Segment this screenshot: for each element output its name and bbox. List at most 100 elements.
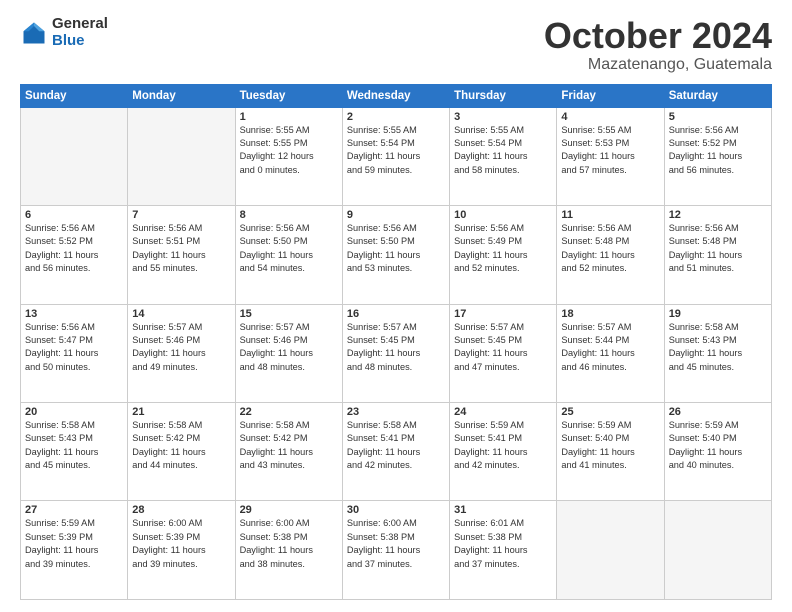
day-number: 24 <box>454 406 552 418</box>
week-row-2: 6Sunrise: 5:56 AM Sunset: 5:52 PM Daylig… <box>21 206 772 304</box>
day-info: Sunrise: 5:55 AM Sunset: 5:55 PM Dayligh… <box>240 124 338 177</box>
weekday-header-saturday: Saturday <box>664 84 771 107</box>
calendar-cell: 3Sunrise: 5:55 AM Sunset: 5:54 PM Daylig… <box>450 107 557 205</box>
week-row-4: 20Sunrise: 5:58 AM Sunset: 5:43 PM Dayli… <box>21 403 772 501</box>
calendar-cell: 5Sunrise: 5:56 AM Sunset: 5:52 PM Daylig… <box>664 107 771 205</box>
day-number: 12 <box>669 209 767 221</box>
calendar-cell: 25Sunrise: 5:59 AM Sunset: 5:40 PM Dayli… <box>557 403 664 501</box>
day-info: Sunrise: 6:01 AM Sunset: 5:38 PM Dayligh… <box>454 517 552 570</box>
day-info: Sunrise: 5:57 AM Sunset: 5:45 PM Dayligh… <box>347 321 445 374</box>
day-number: 29 <box>240 504 338 516</box>
logo: General Blue <box>20 16 108 49</box>
day-number: 13 <box>25 308 123 320</box>
calendar-cell: 24Sunrise: 5:59 AM Sunset: 5:41 PM Dayli… <box>450 403 557 501</box>
day-number: 21 <box>132 406 230 418</box>
day-number: 10 <box>454 209 552 221</box>
page: General Blue October 2024 Mazatenango, G… <box>0 0 792 612</box>
calendar-cell: 11Sunrise: 5:56 AM Sunset: 5:48 PM Dayli… <box>557 206 664 304</box>
day-info: Sunrise: 5:55 AM Sunset: 5:53 PM Dayligh… <box>561 124 659 177</box>
calendar-cell: 19Sunrise: 5:58 AM Sunset: 5:43 PM Dayli… <box>664 304 771 402</box>
day-info: Sunrise: 5:58 AM Sunset: 5:42 PM Dayligh… <box>240 419 338 472</box>
calendar-cell: 31Sunrise: 6:01 AM Sunset: 5:38 PM Dayli… <box>450 501 557 600</box>
calendar-cell: 22Sunrise: 5:58 AM Sunset: 5:42 PM Dayli… <box>235 403 342 501</box>
calendar-header: SundayMondayTuesdayWednesdayThursdayFrid… <box>21 84 772 107</box>
day-info: Sunrise: 5:55 AM Sunset: 5:54 PM Dayligh… <box>454 124 552 177</box>
day-number: 11 <box>561 209 659 221</box>
day-info: Sunrise: 5:58 AM Sunset: 5:41 PM Dayligh… <box>347 419 445 472</box>
day-number: 19 <box>669 308 767 320</box>
calendar-cell: 1Sunrise: 5:55 AM Sunset: 5:55 PM Daylig… <box>235 107 342 205</box>
calendar-cell <box>664 501 771 600</box>
calendar-cell: 8Sunrise: 5:56 AM Sunset: 5:50 PM Daylig… <box>235 206 342 304</box>
day-info: Sunrise: 5:56 AM Sunset: 5:52 PM Dayligh… <box>669 124 767 177</box>
day-info: Sunrise: 5:59 AM Sunset: 5:40 PM Dayligh… <box>669 419 767 472</box>
calendar-cell: 6Sunrise: 5:56 AM Sunset: 5:52 PM Daylig… <box>21 206 128 304</box>
calendar-cell: 2Sunrise: 5:55 AM Sunset: 5:54 PM Daylig… <box>342 107 449 205</box>
day-info: Sunrise: 6:00 AM Sunset: 5:38 PM Dayligh… <box>347 517 445 570</box>
day-info: Sunrise: 5:55 AM Sunset: 5:54 PM Dayligh… <box>347 124 445 177</box>
day-number: 26 <box>669 406 767 418</box>
day-number: 15 <box>240 308 338 320</box>
day-number: 22 <box>240 406 338 418</box>
day-number: 3 <box>454 111 552 123</box>
week-row-3: 13Sunrise: 5:56 AM Sunset: 5:47 PM Dayli… <box>21 304 772 402</box>
day-info: Sunrise: 5:58 AM Sunset: 5:43 PM Dayligh… <box>669 321 767 374</box>
day-info: Sunrise: 6:00 AM Sunset: 5:38 PM Dayligh… <box>240 517 338 570</box>
day-info: Sunrise: 5:57 AM Sunset: 5:46 PM Dayligh… <box>132 321 230 374</box>
logo-general-text: General <box>52 16 108 33</box>
calendar-cell: 29Sunrise: 6:00 AM Sunset: 5:38 PM Dayli… <box>235 501 342 600</box>
day-number: 7 <box>132 209 230 221</box>
day-info: Sunrise: 5:58 AM Sunset: 5:43 PM Dayligh… <box>25 419 123 472</box>
calendar-cell: 15Sunrise: 5:57 AM Sunset: 5:46 PM Dayli… <box>235 304 342 402</box>
day-info: Sunrise: 5:57 AM Sunset: 5:45 PM Dayligh… <box>454 321 552 374</box>
location-title: Mazatenango, Guatemala <box>544 56 772 74</box>
day-info: Sunrise: 5:56 AM Sunset: 5:48 PM Dayligh… <box>669 222 767 275</box>
weekday-header-thursday: Thursday <box>450 84 557 107</box>
calendar-cell: 21Sunrise: 5:58 AM Sunset: 5:42 PM Dayli… <box>128 403 235 501</box>
week-row-1: 1Sunrise: 5:55 AM Sunset: 5:55 PM Daylig… <box>21 107 772 205</box>
weekday-header-monday: Monday <box>128 84 235 107</box>
calendar-cell: 16Sunrise: 5:57 AM Sunset: 5:45 PM Dayli… <box>342 304 449 402</box>
header: General Blue October 2024 Mazatenango, G… <box>20 16 772 74</box>
calendar-cell: 27Sunrise: 5:59 AM Sunset: 5:39 PM Dayli… <box>21 501 128 600</box>
calendar-cell: 13Sunrise: 5:56 AM Sunset: 5:47 PM Dayli… <box>21 304 128 402</box>
calendar-cell: 17Sunrise: 5:57 AM Sunset: 5:45 PM Dayli… <box>450 304 557 402</box>
day-number: 20 <box>25 406 123 418</box>
calendar-cell: 9Sunrise: 5:56 AM Sunset: 5:50 PM Daylig… <box>342 206 449 304</box>
day-info: Sunrise: 5:56 AM Sunset: 5:48 PM Dayligh… <box>561 222 659 275</box>
day-info: Sunrise: 5:59 AM Sunset: 5:40 PM Dayligh… <box>561 419 659 472</box>
day-info: Sunrise: 5:56 AM Sunset: 5:52 PM Dayligh… <box>25 222 123 275</box>
day-number: 17 <box>454 308 552 320</box>
weekday-header-sunday: Sunday <box>21 84 128 107</box>
weekday-header-friday: Friday <box>557 84 664 107</box>
day-info: Sunrise: 5:58 AM Sunset: 5:42 PM Dayligh… <box>132 419 230 472</box>
day-number: 28 <box>132 504 230 516</box>
day-info: Sunrise: 5:59 AM Sunset: 5:39 PM Dayligh… <box>25 517 123 570</box>
calendar-cell: 14Sunrise: 5:57 AM Sunset: 5:46 PM Dayli… <box>128 304 235 402</box>
day-info: Sunrise: 5:57 AM Sunset: 5:46 PM Dayligh… <box>240 321 338 374</box>
day-number: 18 <box>561 308 659 320</box>
day-number: 14 <box>132 308 230 320</box>
weekday-header-tuesday: Tuesday <box>235 84 342 107</box>
month-title: October 2024 <box>544 16 772 56</box>
calendar-cell: 28Sunrise: 6:00 AM Sunset: 5:39 PM Dayli… <box>128 501 235 600</box>
calendar-cell: 12Sunrise: 5:56 AM Sunset: 5:48 PM Dayli… <box>664 206 771 304</box>
logo-blue-text: Blue <box>52 33 108 50</box>
day-number: 30 <box>347 504 445 516</box>
calendar-body: 1Sunrise: 5:55 AM Sunset: 5:55 PM Daylig… <box>21 107 772 599</box>
day-info: Sunrise: 5:56 AM Sunset: 5:50 PM Dayligh… <box>240 222 338 275</box>
week-row-5: 27Sunrise: 5:59 AM Sunset: 5:39 PM Dayli… <box>21 501 772 600</box>
calendar-cell: 7Sunrise: 5:56 AM Sunset: 5:51 PM Daylig… <box>128 206 235 304</box>
calendar-table: SundayMondayTuesdayWednesdayThursdayFrid… <box>20 84 772 600</box>
day-number: 23 <box>347 406 445 418</box>
calendar-cell <box>128 107 235 205</box>
calendar-cell <box>557 501 664 600</box>
calendar-cell: 23Sunrise: 5:58 AM Sunset: 5:41 PM Dayli… <box>342 403 449 501</box>
weekday-row: SundayMondayTuesdayWednesdayThursdayFrid… <box>21 84 772 107</box>
calendar-cell: 30Sunrise: 6:00 AM Sunset: 5:38 PM Dayli… <box>342 501 449 600</box>
day-number: 9 <box>347 209 445 221</box>
logo-icon <box>20 19 48 47</box>
day-number: 16 <box>347 308 445 320</box>
day-info: Sunrise: 5:56 AM Sunset: 5:47 PM Dayligh… <box>25 321 123 374</box>
day-number: 31 <box>454 504 552 516</box>
